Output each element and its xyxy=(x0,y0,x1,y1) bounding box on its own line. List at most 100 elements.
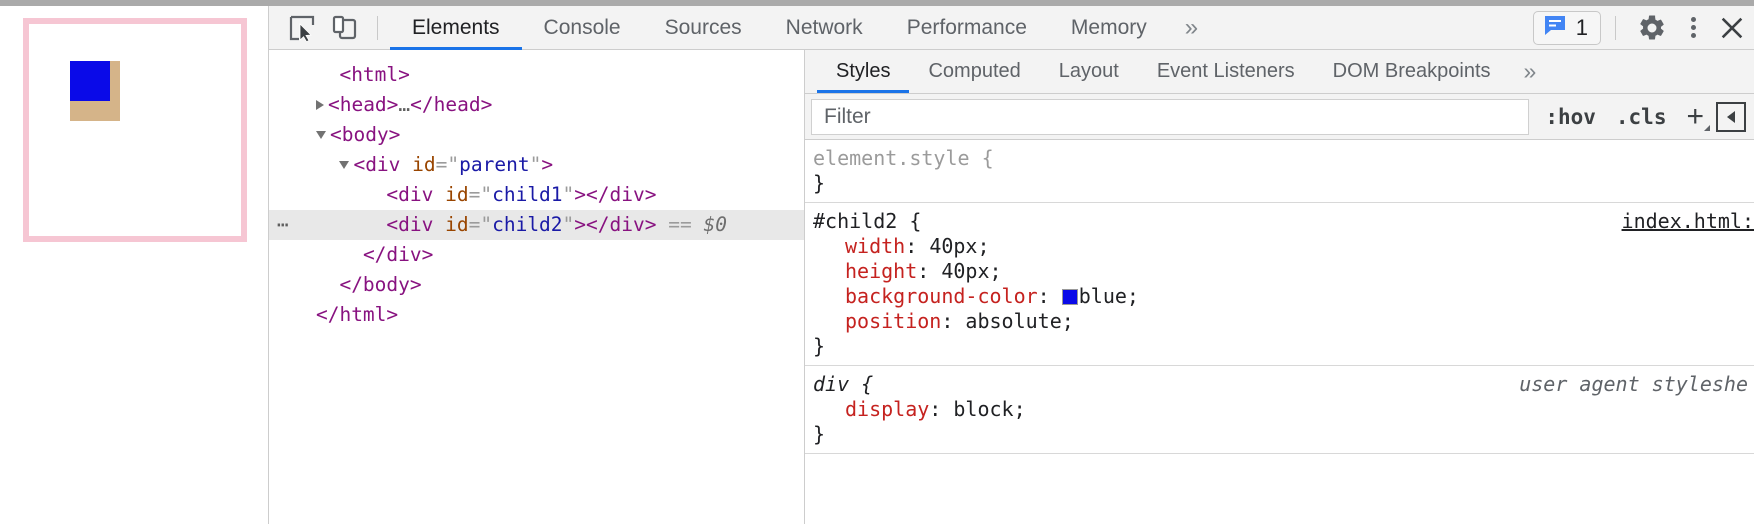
css-rule[interactable]: div {user agent styleshe display: block;} xyxy=(805,366,1754,454)
dom-tree-row[interactable]: </body> xyxy=(269,270,804,300)
css-rules-list[interactable]: element.style {} #child2 {index.html: widt… xyxy=(805,140,1754,524)
dom-token-tag: </html> xyxy=(315,303,399,326)
css-rule[interactable]: #child2 {index.html: width: 40px; height: … xyxy=(805,203,1754,366)
devtools-panel: Elements Console Sources Network Perform… xyxy=(268,6,1754,524)
tab-styles[interactable]: Styles xyxy=(817,50,910,93)
tab-sources[interactable]: Sources xyxy=(643,6,764,50)
expand-triangle-down-icon[interactable] xyxy=(339,160,350,169)
css-rule-origin-label: user agent styleshe xyxy=(1519,372,1748,396)
dom-token-sp xyxy=(400,153,412,176)
css-rule-selector[interactable]: element.style { xyxy=(805,146,1754,171)
tab-memory[interactable]: Memory xyxy=(1049,6,1169,50)
css-property-value[interactable]: 40px; xyxy=(941,259,1001,283)
css-rule-close-brace: } xyxy=(813,334,826,358)
css-declaration[interactable]: width: 40px; xyxy=(805,234,1754,259)
tab-elements[interactable]: Elements xyxy=(390,6,522,50)
css-declaration[interactable]: height: 40px; xyxy=(805,259,1754,284)
more-panels-chevron-icon[interactable]: » xyxy=(1169,6,1214,50)
css-rule-close-brace: } xyxy=(813,171,826,195)
row-more-badge[interactable]: ⋯ xyxy=(277,210,290,240)
computed-sidebar-toggle-icon[interactable] xyxy=(1716,101,1746,132)
tab-dom-breakpoints[interactable]: DOM Breakpoints xyxy=(1314,50,1510,93)
css-property-name[interactable]: height xyxy=(845,259,917,283)
parent-div-box xyxy=(23,18,247,242)
expand-triangle-right-icon[interactable] xyxy=(315,99,324,110)
css-rule-selector[interactable]: #child2 { xyxy=(805,209,1754,234)
hover-state-button[interactable]: :hov xyxy=(1535,105,1606,129)
css-rule-close-brace: } xyxy=(813,422,826,446)
tab-event-listeners[interactable]: Event Listeners xyxy=(1138,50,1314,93)
css-property-name[interactable]: position xyxy=(845,309,941,333)
css-property-value[interactable]: 40px; xyxy=(929,234,989,258)
css-property-value[interactable]: blue; xyxy=(1079,284,1139,308)
expand-triangle-down-icon[interactable] xyxy=(315,130,326,139)
dom-token-tag: > xyxy=(574,183,587,206)
tab-performance[interactable]: Performance xyxy=(885,6,1049,50)
page-viewport xyxy=(0,6,268,524)
dom-token-tag: </div> xyxy=(362,243,434,266)
inspect-element-icon[interactable] xyxy=(281,8,323,48)
dom-token-eq0: $0 xyxy=(703,213,727,236)
css-property-value[interactable]: block; xyxy=(953,397,1025,421)
css-colon: : xyxy=(929,397,954,421)
dom-token-sp xyxy=(433,213,445,236)
color-swatch-icon[interactable] xyxy=(1061,289,1078,305)
child2-div-box xyxy=(70,61,110,101)
dom-token-punc: =" xyxy=(468,213,493,236)
css-declaration[interactable]: background-color: blue; xyxy=(805,284,1754,309)
dom-tree-pane[interactable]: <html> <head>…</head> <body> <div id="pa… xyxy=(269,50,804,524)
dom-token-attr-val: child2 xyxy=(492,213,563,236)
dom-token-punc: =" xyxy=(468,183,493,206)
css-property-value[interactable]: absolute; xyxy=(965,309,1073,333)
css-declaration[interactable]: position: absolute; xyxy=(805,309,1754,334)
element-classes-button[interactable]: .cls xyxy=(1606,105,1677,129)
plus-corner-icon xyxy=(1704,124,1710,131)
device-toolbar-icon[interactable] xyxy=(323,8,365,48)
dom-tree-row[interactable]: <div id="child1"></div> xyxy=(269,180,804,210)
tab-layout[interactable]: Layout xyxy=(1040,50,1138,93)
css-rule[interactable]: element.style {} xyxy=(805,140,1754,203)
gear-icon[interactable] xyxy=(1630,8,1674,48)
message-count-badge[interactable]: 1 xyxy=(1532,10,1601,45)
dom-tree-row[interactable]: <div id="parent"> xyxy=(269,150,804,180)
dom-tree-row[interactable]: </div> xyxy=(269,240,804,270)
dom-tree-row[interactable]: </html> xyxy=(269,300,804,330)
dom-tree-row-selected[interactable]: ⋯ <div id="child2"></div> == $0 xyxy=(269,210,804,240)
tab-computed[interactable]: Computed xyxy=(909,50,1039,93)
dom-token-punc: " xyxy=(529,153,542,176)
more-styles-tabs-chevron-icon[interactable]: » xyxy=(1510,50,1551,93)
tab-network[interactable]: Network xyxy=(764,6,885,50)
tab-console[interactable]: Console xyxy=(522,6,643,50)
dom-tree-row[interactable]: <html> xyxy=(269,60,804,90)
styles-pane: Styles Computed Layout Event Listeners D… xyxy=(804,50,1754,524)
new-style-rule-button[interactable]: + xyxy=(1676,101,1712,132)
message-bubble-icon xyxy=(1543,13,1567,42)
dom-token-ellip: … xyxy=(398,93,411,116)
css-property-name[interactable]: width xyxy=(845,234,905,258)
panel-tabs: Elements Console Sources Network Perform… xyxy=(390,6,1214,50)
css-property-name[interactable]: background-color xyxy=(845,284,1038,308)
dom-token-attr-name: id xyxy=(445,213,469,236)
dom-token-tag: </div> xyxy=(586,213,657,236)
toolbar-right-group: 1 xyxy=(1532,6,1754,50)
vertical-dots-icon[interactable] xyxy=(1674,8,1712,48)
dom-token-sp xyxy=(657,213,669,236)
dom-token-tag: <div xyxy=(386,213,434,236)
filter-input[interactable]: Filter xyxy=(811,98,1530,135)
css-declaration[interactable]: display: block; xyxy=(805,397,1754,422)
dom-tree-row[interactable]: <head>…</head> xyxy=(269,90,804,120)
dom-token-attr-val: child1 xyxy=(492,183,563,206)
css-property-name[interactable]: display xyxy=(845,397,929,421)
close-icon[interactable] xyxy=(1712,8,1752,48)
dom-tree-row[interactable]: <body> xyxy=(269,120,804,150)
styles-filter-bar: Filter :hov .cls + xyxy=(805,94,1754,140)
css-rule-source-link[interactable]: index.html: xyxy=(1622,209,1754,234)
dom-token-sp xyxy=(692,213,704,236)
